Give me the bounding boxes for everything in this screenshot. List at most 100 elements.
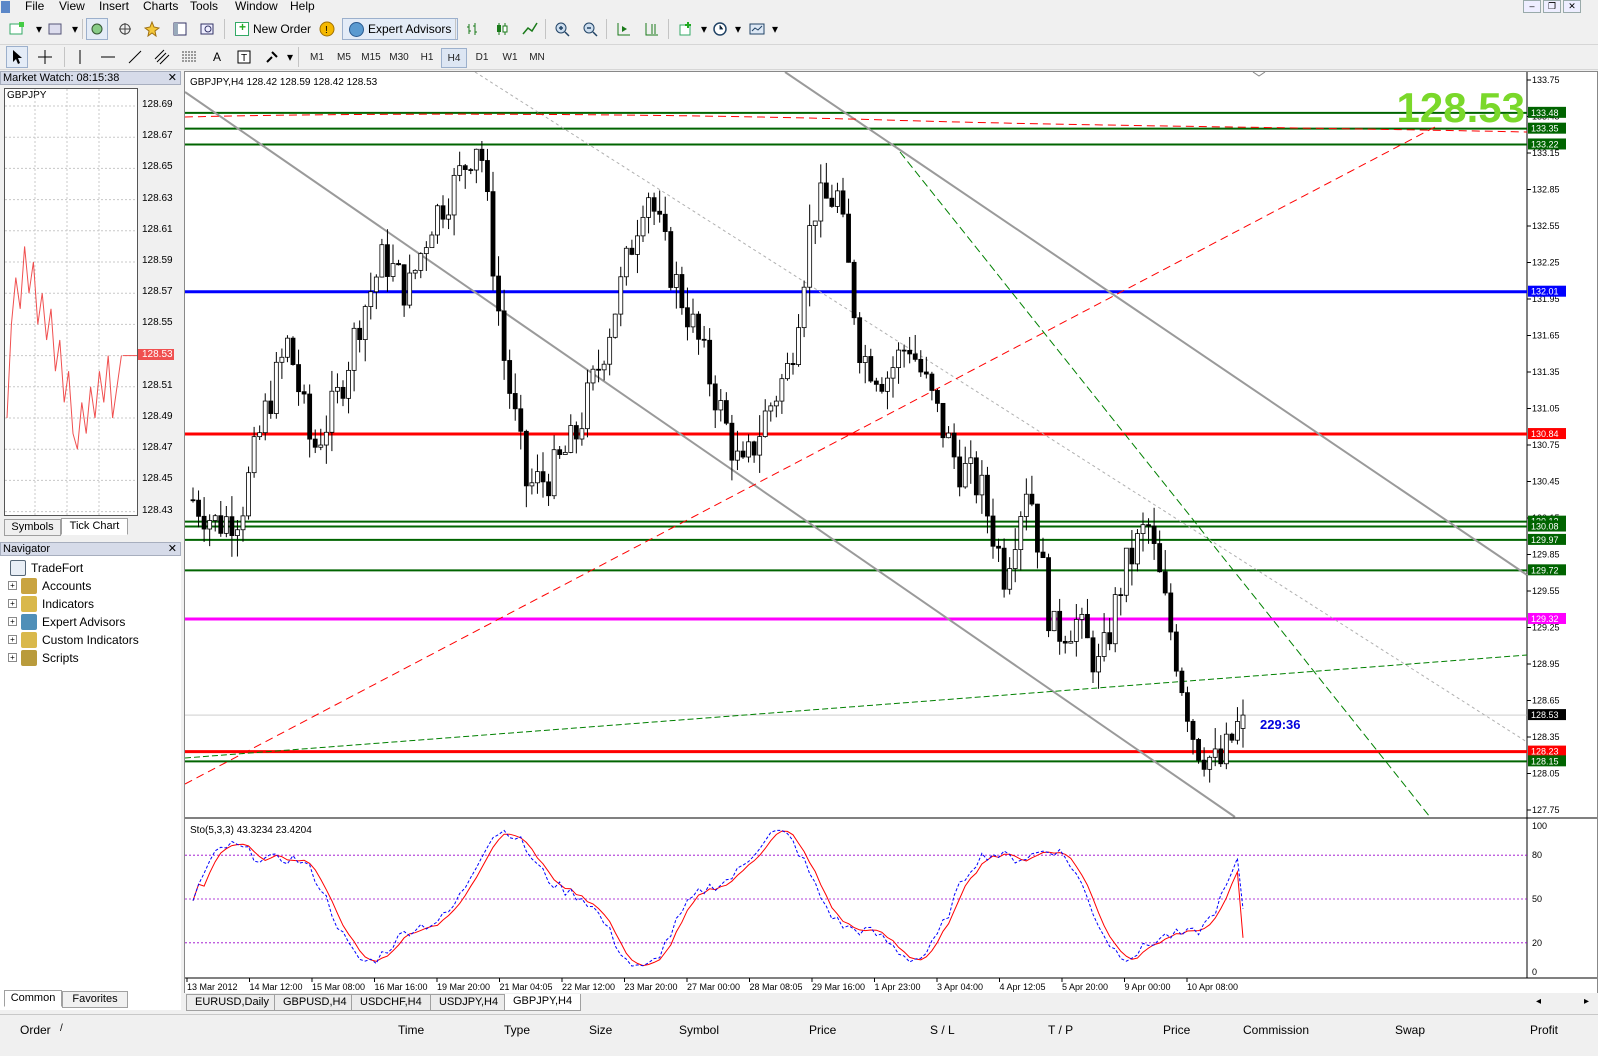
text-icon[interactable]: A	[206, 46, 228, 68]
tab-common[interactable]: Common	[4, 990, 62, 1007]
col-swap[interactable]: Swap	[1395, 1023, 1425, 1037]
col-price[interactable]: Price	[809, 1023, 836, 1037]
chart-tab-gbpusd[interactable]: GBPUSD,H4	[274, 994, 356, 1011]
chart-tab-gbpjpy[interactable]: GBPJPY,H4	[504, 994, 582, 1011]
profiles-icon[interactable]	[44, 18, 66, 40]
price-chart[interactable]: 133.75133.45133.15132.85132.55132.25131.…	[185, 72, 1597, 993]
candle-body	[1018, 516, 1024, 550]
timeframe-mn[interactable]: MN	[524, 48, 550, 68]
navigator-item-indicators[interactable]: + Indicators	[8, 595, 94, 612]
zoom-in-icon[interactable]	[551, 18, 573, 40]
timeframe-h1[interactable]: H1	[414, 48, 440, 68]
candle-body	[796, 327, 801, 366]
terminal-icon[interactable]	[169, 18, 191, 40]
market-watch-icon[interactable]	[86, 18, 108, 40]
navigator-item-custom-indicators[interactable]: + Custom Indicators	[8, 631, 139, 648]
time-axis-label: 16 Mar 16:00	[375, 982, 428, 992]
chart-tab-eurusd[interactable]: EURUSD,Daily	[186, 994, 278, 1011]
cursor-icon[interactable]	[6, 46, 28, 68]
timeframe-w1[interactable]: W1	[497, 48, 523, 68]
data-window-icon[interactable]	[114, 18, 136, 40]
line-chart-icon[interactable]	[519, 18, 541, 40]
tab-favorites[interactable]: Favorites	[62, 991, 128, 1008]
menu-insert[interactable]: Insert	[99, 0, 129, 13]
timeframe-d1[interactable]: D1	[469, 48, 495, 68]
candle	[790, 352, 796, 375]
close-icon[interactable]: ✕	[168, 543, 177, 555]
navigator-root[interactable]: TradeFort	[10, 559, 83, 576]
menu-window[interactable]: Window	[235, 0, 278, 13]
expand-icon[interactable]: +	[8, 653, 17, 662]
col-commission[interactable]: Commission	[1243, 1023, 1309, 1037]
close-icon[interactable]: ✕	[1563, 0, 1581, 13]
price-axis-label: 132.25	[1532, 258, 1560, 268]
text-label-icon[interactable]: T	[233, 46, 255, 68]
strategy-tester-icon[interactable]	[196, 18, 218, 40]
candle-body	[879, 383, 885, 392]
tab-symbols[interactable]: Symbols	[4, 519, 61, 536]
restore-icon[interactable]: ❐	[1543, 0, 1561, 13]
chart-shift-icon[interactable]	[641, 18, 663, 40]
fibonacci-icon[interactable]	[178, 46, 200, 68]
time-axis-label: 22 Mar 12:00	[562, 982, 615, 992]
timeframe-m1[interactable]: M1	[304, 48, 330, 68]
timeframe-m30[interactable]: M30	[386, 48, 412, 68]
col-tp[interactable]: T / P	[1048, 1023, 1073, 1037]
timeframe-h4[interactable]: H4	[441, 48, 467, 68]
col-time[interactable]: Time	[398, 1023, 424, 1037]
timeframe-m5[interactable]: M5	[331, 48, 357, 68]
col-size[interactable]: Size	[589, 1023, 612, 1037]
col-symbol[interactable]: Symbol	[679, 1023, 719, 1037]
col-type[interactable]: Type	[504, 1023, 530, 1037]
candle	[1118, 587, 1124, 616]
expand-icon[interactable]: +	[8, 599, 17, 608]
chart-tab-usdjpy[interactable]: USDJPY,H4	[430, 994, 508, 1011]
trendline-icon[interactable]	[124, 46, 146, 68]
menu-charts[interactable]: Charts	[143, 0, 178, 13]
expand-icon[interactable]: +	[8, 617, 17, 626]
expert-advisors-button[interactable]: Expert Advisors	[342, 18, 459, 40]
bar-chart-icon[interactable]	[463, 18, 485, 40]
col-sl[interactable]: S / L	[930, 1023, 955, 1037]
autotrading-warning-icon[interactable]: !	[316, 18, 338, 40]
scroll-right-icon[interactable]: ▸	[1584, 996, 1589, 1007]
dropdown-arrow-icon[interactable]: ▾	[764, 18, 786, 40]
new-chart-icon[interactable]	[6, 18, 28, 40]
candlestick-icon[interactable]	[491, 18, 513, 40]
menu-view[interactable]: View	[59, 0, 85, 13]
col-order[interactable]: Order	[20, 1023, 51, 1037]
menu-help[interactable]: Help	[290, 0, 315, 13]
chart-window[interactable]: 133.75133.45133.15132.85132.55132.25131.…	[184, 71, 1598, 994]
chart-tab-usdchf[interactable]: USDCHF,H4	[351, 994, 431, 1011]
menu-tools[interactable]: Tools	[190, 0, 218, 13]
candle	[551, 435, 557, 500]
timeframe-m15[interactable]: M15	[358, 48, 384, 68]
tick-chart[interactable]: GBPJPY	[4, 88, 138, 516]
expand-icon[interactable]: +	[8, 581, 17, 590]
tick-price-label: 128.69	[142, 99, 173, 110]
new-order-button[interactable]: + New Order	[229, 18, 317, 40]
navigator-icon[interactable]	[141, 18, 163, 40]
crosshair-icon[interactable]	[34, 46, 56, 68]
candle	[201, 497, 207, 542]
channel-line	[185, 91, 1236, 818]
equidistant-channel-icon[interactable]	[151, 46, 173, 68]
menu-file[interactable]: File	[25, 0, 44, 13]
auto-scroll-icon[interactable]	[613, 18, 635, 40]
zoom-out-icon[interactable]	[579, 18, 601, 40]
expand-icon[interactable]: +	[8, 635, 17, 644]
horizontal-line-icon[interactable]	[97, 46, 119, 68]
candle	[1223, 722, 1229, 770]
vertical-line-icon[interactable]	[69, 46, 91, 68]
candle-body	[529, 482, 535, 487]
col-profit[interactable]: Profit	[1530, 1023, 1558, 1037]
navigator-item-expert-advisors[interactable]: + Expert Advisors	[8, 613, 125, 630]
tab-tick-chart[interactable]: Tick Chart	[61, 518, 128, 535]
col-current-price[interactable]: Price	[1163, 1023, 1190, 1037]
scroll-left-icon[interactable]: ◂	[1536, 996, 1541, 1007]
navigator-item-accounts[interactable]: + Accounts	[8, 577, 91, 594]
candle-body	[579, 428, 585, 440]
close-icon[interactable]: ✕	[168, 72, 177, 84]
minimize-icon[interactable]: –	[1523, 0, 1541, 13]
navigator-item-scripts[interactable]: + Scripts	[8, 649, 79, 666]
